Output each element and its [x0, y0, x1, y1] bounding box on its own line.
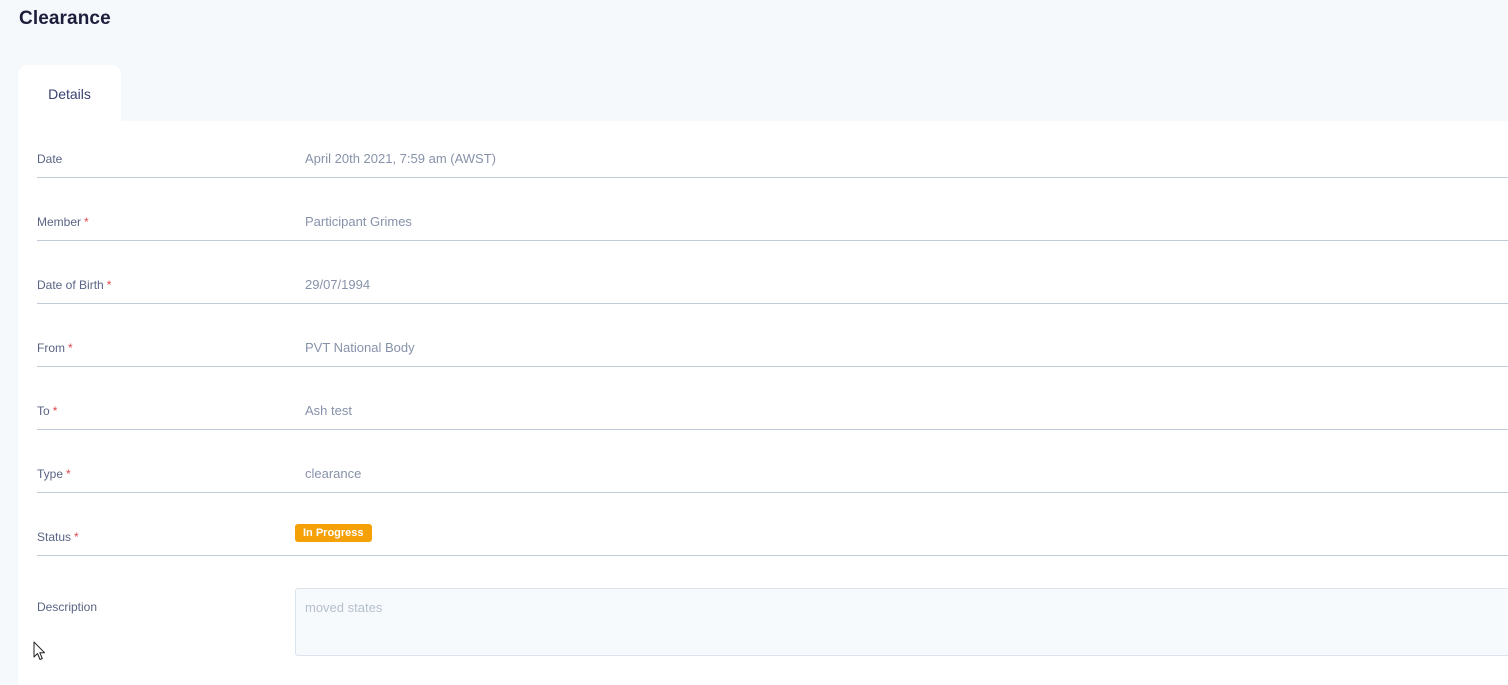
dob-value: 29/07/1994 [305, 277, 371, 292]
tab-details[interactable]: Details [18, 65, 121, 122]
from-value: PVT National Body [305, 340, 415, 355]
required-mark: * [84, 215, 89, 229]
mouse-pointer-icon [33, 641, 45, 660]
field-row-type: Type * clearance [37, 436, 1508, 493]
clearance-page: Clearance Details Date April 20th 2021, … [0, 0, 1508, 685]
description-label: Description [37, 600, 98, 614]
details-panel: Date April 20th 2021, 7:59 am (AWST) Mem… [18, 121, 1508, 685]
status-badge: In Progress [295, 524, 372, 542]
field-row-from: From * PVT National Body [37, 310, 1508, 367]
status-label: Status * [37, 530, 79, 544]
field-row-member: Member * Participant Grimes [37, 184, 1508, 241]
field-row-dob: Date of Birth * 29/07/1994 [37, 247, 1508, 304]
field-row-to: To * Ash test [37, 373, 1508, 430]
date-label: Date [37, 152, 63, 166]
required-mark: * [66, 467, 71, 481]
member-value: Participant Grimes [305, 214, 412, 229]
description-textarea[interactable]: moved states [295, 588, 1508, 656]
type-value: clearance [305, 466, 362, 481]
dob-label: Date of Birth * [37, 278, 112, 292]
member-label: Member * [37, 215, 89, 229]
required-mark: * [106, 278, 112, 292]
field-row-status: Status * In Progress [37, 499, 1508, 556]
required-mark: * [68, 341, 73, 355]
to-label: To * [37, 404, 58, 418]
field-row-date: Date April 20th 2021, 7:59 am (AWST) [37, 121, 1508, 178]
from-label: From * [37, 341, 73, 355]
page-title: Clearance [19, 8, 111, 29]
to-value: Ash test [305, 403, 352, 418]
date-value: April 20th 2021, 7:59 am (AWST) [305, 151, 496, 166]
required-mark: * [74, 530, 79, 544]
required-mark: * [52, 404, 58, 418]
type-label: Type * [37, 467, 71, 481]
